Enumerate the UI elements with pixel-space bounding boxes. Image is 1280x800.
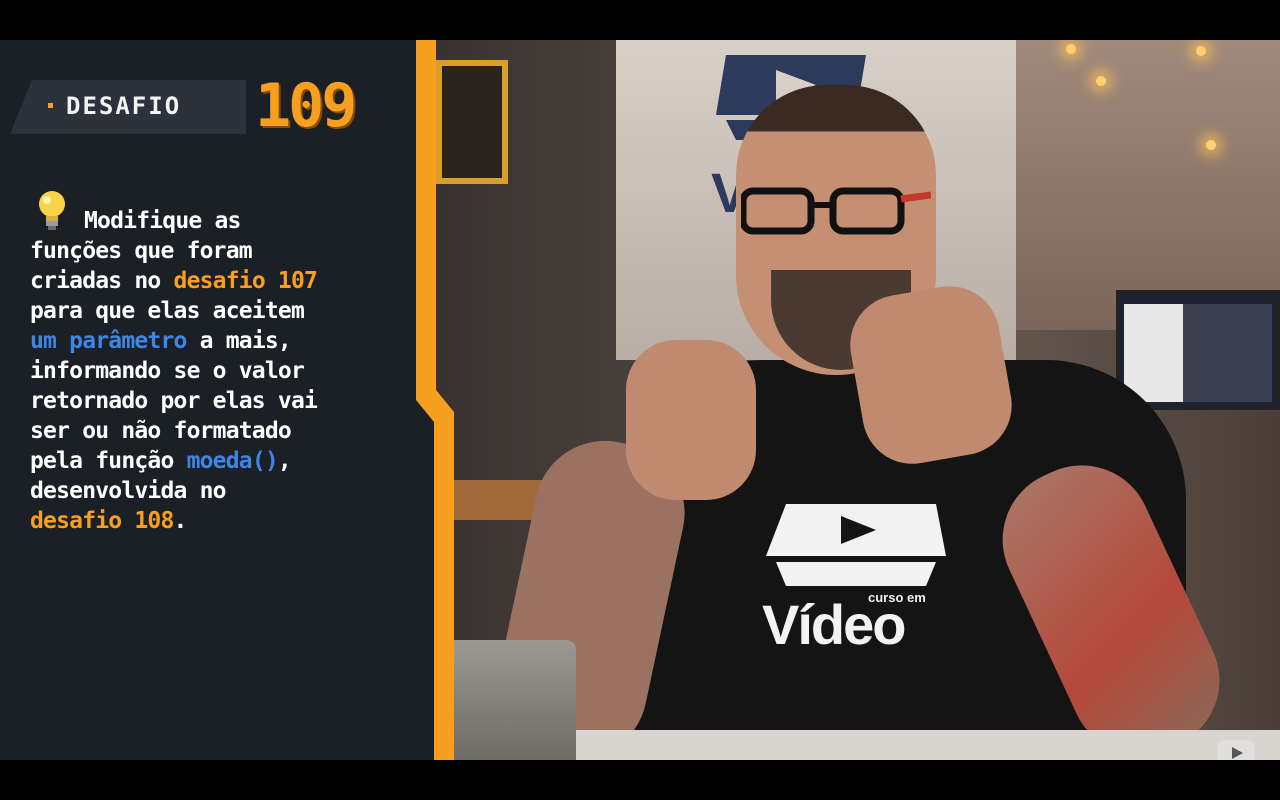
challenge-text-span: pela função xyxy=(30,448,187,474)
person-left-hand xyxy=(626,340,756,500)
letterbox-bottom xyxy=(0,760,1280,800)
video-scene: Víd curso em Vídeo xyxy=(436,40,1280,760)
challenge-text-span: . xyxy=(173,508,188,534)
challenge-text-span: criadas no xyxy=(30,268,174,294)
keyword-parametro: um parâmetro xyxy=(30,328,187,354)
shirt-play-logo-icon xyxy=(766,504,946,586)
lamp-bulb xyxy=(1206,140,1216,150)
challenge-line: informando se o valor xyxy=(30,358,305,384)
video-frame[interactable]: Víd curso em Vídeo xyxy=(0,40,1280,760)
lamp-bulb xyxy=(1196,46,1206,56)
lamp-bulb xyxy=(1066,44,1076,54)
keyword-moeda: moeda() xyxy=(186,448,279,474)
glasses-icon xyxy=(741,187,931,235)
badge-label: DESAFIO xyxy=(66,92,182,120)
challenge-line: um parâmetro a mais, xyxy=(30,326,408,356)
reference-desafio-107: desafio 107 xyxy=(173,268,318,294)
challenge-text: Modifique as funções que foram criadas n… xyxy=(30,206,408,536)
challenge-line: funções que foram xyxy=(30,238,253,264)
monitor xyxy=(1116,290,1280,410)
challenge-text-span: a mais, xyxy=(186,328,292,354)
reference-desafio-108: desafio 108 xyxy=(30,508,174,534)
laptop xyxy=(446,640,576,760)
letterbox-top xyxy=(0,0,1280,40)
challenge-panel: DESAFIO 109 Modifique as funções que for… xyxy=(0,40,454,760)
youtube-logo-icon[interactable] xyxy=(1216,738,1256,760)
right-wall xyxy=(1016,40,1280,330)
badge-number: 109 xyxy=(255,71,357,141)
challenge-line: retornado por elas vai xyxy=(30,388,318,414)
lamp-bulb xyxy=(1096,76,1106,86)
challenge-line: ser ou não formatado xyxy=(30,418,292,444)
shirt-text: Vídeo xyxy=(762,593,906,656)
challenge-line: desenvolvida no xyxy=(30,478,227,504)
foreground-desk xyxy=(556,730,1280,760)
challenge-line: desafio 108. xyxy=(30,506,408,536)
challenge-line: pela função moeda(), xyxy=(30,446,408,476)
challenge-line: para que elas aceitem xyxy=(30,298,305,324)
challenge-line: criadas no desafio 107 xyxy=(30,266,408,296)
challenge-text-span: , xyxy=(277,448,292,474)
badge-dot xyxy=(48,103,53,108)
challenge-line: Modifique as xyxy=(84,208,241,234)
